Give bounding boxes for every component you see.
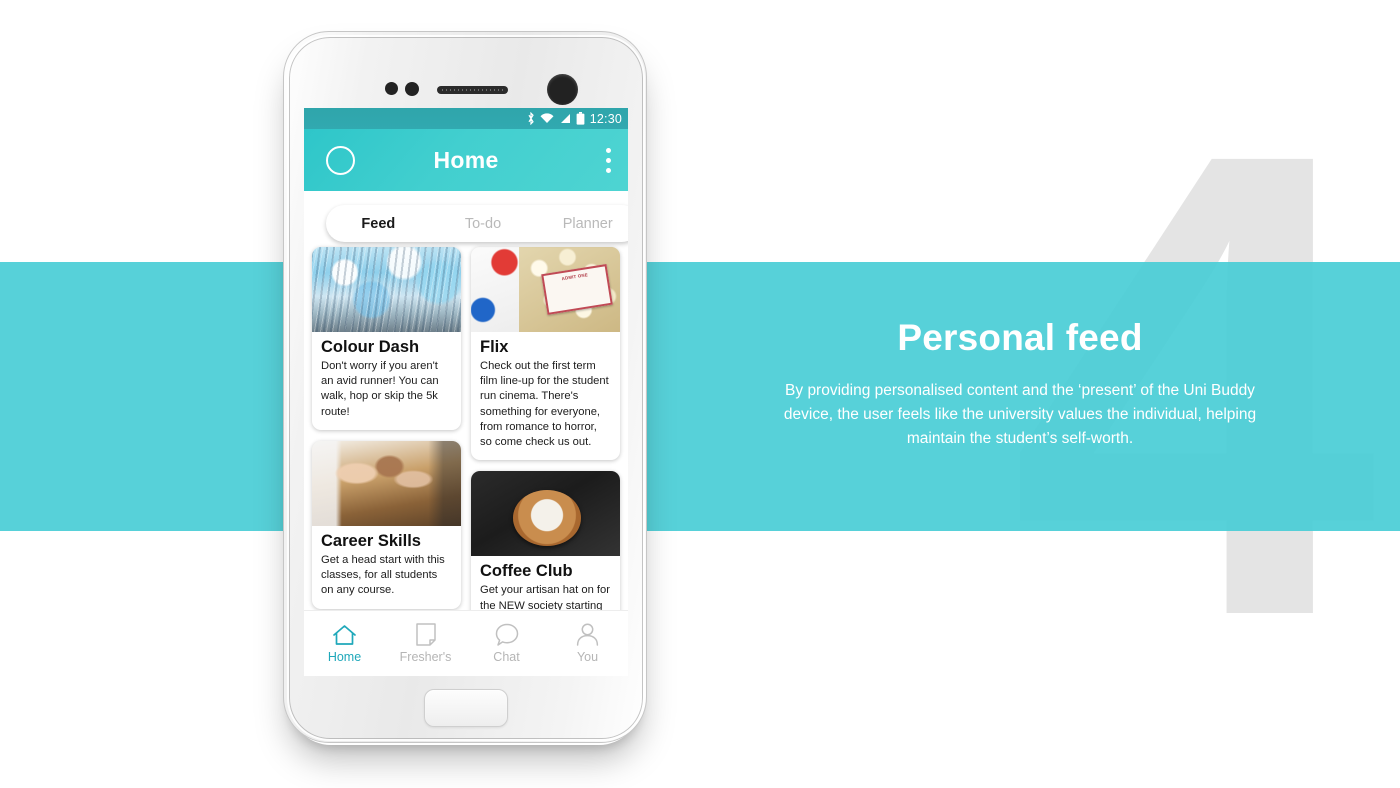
card-description: Get a head start with this classes, for … [321, 553, 445, 597]
admit-one-ticket: ADMIT ONE [541, 264, 613, 315]
card-title: Career Skills [321, 531, 421, 550]
nav-item-freshers[interactable]: Fresher's [385, 623, 466, 664]
wifi-icon [540, 113, 554, 123]
battery-icon [576, 112, 585, 125]
document-icon [415, 623, 436, 646]
proximity-sensor-icon [385, 82, 398, 95]
bottom-navigation: Home Fresher's Chat You [304, 610, 628, 676]
card-description: Get your artisan hat on for the NEW soci… [480, 584, 610, 610]
bluetooth-icon [528, 112, 534, 125]
card-title: Coffee Club [480, 562, 573, 581]
light-sensor-icon [405, 82, 419, 96]
card-description: Don't worry if you aren't an avid runner… [321, 359, 439, 418]
status-bar-time: 12:30 [589, 111, 622, 126]
nav-item-home[interactable]: Home [304, 624, 385, 664]
feed-column-right: ADMIT ONE Flix Check out the first term … [471, 247, 620, 610]
feed-column-left: Colour Dash Don't worry if you aren't an… [312, 247, 461, 610]
card-title: Flix [480, 338, 509, 356]
status-bar: 12:30 [304, 108, 628, 129]
tab-todo[interactable]: To-do [431, 216, 536, 232]
feed-card[interactable]: ADMIT ONE Flix Check out the first term … [471, 247, 620, 461]
overflow-menu-icon[interactable] [606, 148, 611, 173]
card-description: Check out the first term film line-up fo… [480, 359, 609, 449]
app-bar: Home [304, 129, 628, 191]
latte-art-pour-photo [471, 471, 620, 557]
nav-label: Chat [493, 650, 520, 664]
phone-mockup: 12:30 Home Feed To-do Planner Colour Das… [283, 31, 647, 743]
phone-screen: 12:30 Home Feed To-do Planner Colour Das… [304, 108, 628, 676]
earpiece-speaker [437, 86, 508, 94]
tab-feed[interactable]: Feed [326, 216, 431, 232]
person-icon [576, 623, 599, 646]
callout-title: Personal feed [897, 317, 1143, 358]
feed-card[interactable]: Career Skills Get a head start with this… [312, 440, 461, 609]
fist-bump-desk-photo [312, 440, 461, 526]
card-title: Colour Dash [321, 338, 420, 356]
popcorn-admit-one-ticket-photo: ADMIT ONE [471, 247, 620, 332]
nav-label: Home [327, 649, 362, 664]
home-button[interactable] [424, 689, 508, 727]
tab-planner[interactable]: Planner [535, 216, 628, 232]
nav-label: Fresher's [399, 650, 452, 664]
nav-item-chat[interactable]: Chat [466, 623, 547, 664]
feed-card[interactable]: Colour Dash Don't worry if you aren't an… [312, 247, 461, 430]
signal-icon [560, 114, 570, 123]
phone-body: 12:30 Home Feed To-do Planner Colour Das… [283, 31, 647, 743]
callout-body: By providing personalised content and th… [783, 381, 1257, 447]
front-camera-icon [547, 74, 578, 105]
home-icon [333, 624, 356, 645]
nav-label: You [576, 650, 599, 664]
avatar[interactable] [326, 146, 355, 175]
feed-card[interactable]: Coffee Club Get your artisan hat on for … [471, 471, 620, 610]
colour-run-crowd-photo [312, 247, 461, 332]
speech-bubble-icon [495, 623, 518, 646]
feed-list[interactable]: Colour Dash Don't worry if you aren't an… [304, 242, 628, 610]
nav-item-you[interactable]: You [547, 623, 628, 664]
callout-text-panel: Personal feed By providing personalised … [760, 317, 1280, 451]
slide-canvas: 4 Personal feed By providing personalise… [0, 0, 1400, 788]
tab-bar: Feed To-do Planner [326, 205, 628, 242]
